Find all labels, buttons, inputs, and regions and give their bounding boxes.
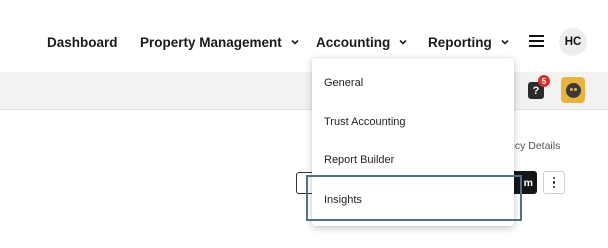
nav-reporting[interactable]: Reporting bbox=[428, 32, 509, 52]
menu-item-general-label: General bbox=[324, 77, 364, 89]
nav-dashboard-label: Dashboard bbox=[47, 34, 118, 50]
nav-dashboard[interactable]: Dashboard bbox=[47, 32, 118, 52]
notification-badge: 5 bbox=[538, 75, 550, 87]
hamburger-icon[interactable] bbox=[529, 35, 544, 47]
nav-accounting[interactable]: Accounting bbox=[316, 32, 407, 52]
sub-header-bar bbox=[0, 72, 608, 110]
avatar-initials: HC bbox=[564, 36, 582, 48]
menu-item-trust-accounting[interactable]: Trust Accounting bbox=[312, 103, 514, 141]
help-glyph: ? bbox=[532, 84, 540, 97]
menu-item-insights-label: Insights bbox=[324, 194, 362, 206]
nav-reporting-label: Reporting bbox=[428, 34, 492, 50]
chevron-down-icon bbox=[501, 38, 509, 46]
chevron-down-icon bbox=[291, 38, 299, 46]
assistant-face-icon[interactable] bbox=[561, 77, 585, 103]
menu-item-trust-accounting-label: Trust Accounting bbox=[324, 116, 406, 128]
details-link-label: ncy Details bbox=[509, 140, 561, 152]
menu-item-general[interactable]: General bbox=[312, 64, 514, 102]
menu-item-insights[interactable]: Insights bbox=[312, 181, 514, 219]
menu-item-report-builder-label: Report Builder bbox=[324, 154, 395, 166]
primary-action-label: m bbox=[523, 176, 533, 189]
details-link[interactable]: ncy Details bbox=[509, 140, 560, 152]
top-navigation: Dashboard Property Management Accounting… bbox=[0, 0, 608, 72]
nav-accounting-label: Accounting bbox=[316, 34, 391, 50]
accounting-dropdown-menu: General Trust Accounting Report Builder … bbox=[312, 58, 514, 226]
nav-property-management[interactable]: Property Management bbox=[140, 32, 299, 52]
badge-count: 5 bbox=[541, 76, 547, 86]
menu-item-report-builder[interactable]: Report Builder bbox=[312, 141, 514, 179]
avatar[interactable]: HC bbox=[559, 28, 587, 56]
chevron-down-icon bbox=[399, 38, 407, 46]
nav-property-management-label: Property Management bbox=[140, 34, 282, 50]
app-window: Dashboard Property Management Accounting… bbox=[0, 0, 608, 248]
more-options-icon[interactable] bbox=[543, 171, 565, 194]
